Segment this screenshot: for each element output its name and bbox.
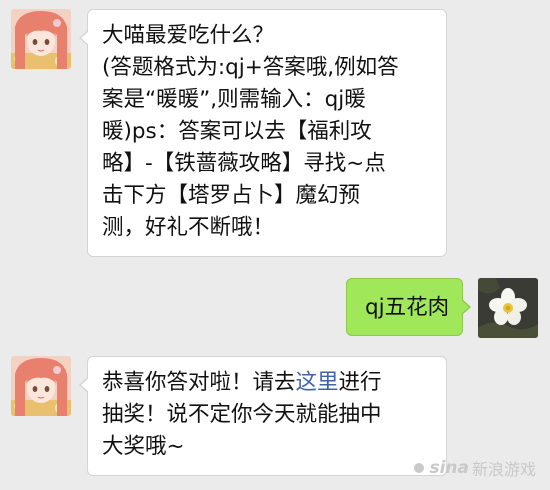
sina-eye-icon — [414, 463, 425, 473]
message-line: 恭喜你答对啦！请去这里进行 — [102, 367, 434, 399]
message-line: 测，好礼不断哦！ — [102, 215, 275, 240]
message-text: 进行 — [338, 370, 382, 395]
white-flower-avatar-icon — [478, 278, 538, 338]
message-line: (答题格式为:qj+答案哦,例如答 — [102, 55, 399, 80]
user-avatar[interactable] — [478, 278, 538, 338]
message-line: 抽奖！说不定你今天就能抽中 — [102, 402, 382, 427]
message-line: 大奖哦~ — [102, 434, 185, 459]
bot-avatar[interactable] — [11, 9, 71, 69]
sina-games-watermark: sina 新浪游戏 — [414, 456, 536, 480]
message-bubble-answer[interactable]: qj五花肉 — [346, 278, 471, 336]
bot-avatar[interactable] — [11, 356, 71, 416]
anime-girl-avatar-icon — [11, 356, 71, 416]
message-line: 暖)ps：答案可以去【福利攻 — [102, 119, 372, 144]
watermark-text: 新浪游戏 — [471, 460, 536, 479]
message-bubble-question[interactable]: 大喵最爱吃什么？ (答题格式为:qj+答案哦,例如答 案是“暖暖”,则需输入：q… — [79, 9, 447, 257]
message-line: 大喵最爱吃什么？ — [102, 23, 275, 48]
anime-girl-avatar-icon — [11, 9, 71, 69]
message-line: 略】-【铁蔷薇攻略】寻找~点 — [102, 151, 386, 176]
message-text: qj五花肉 — [365, 295, 450, 320]
lottery-link[interactable]: 这里 — [296, 370, 339, 395]
message-line: 案是“暖暖”,则需输入：qj暖 — [102, 87, 366, 112]
message-line: 击下方【塔罗占卜】魔幻预 — [102, 183, 361, 208]
sina-logo: sina — [429, 458, 469, 478]
message-text: 恭喜你答对啦！请去 — [102, 370, 296, 395]
message-bubble-result[interactable]: 恭喜你答对啦！请去这里进行 抽奖！说不定你今天就能抽中 大奖哦~ — [79, 356, 447, 476]
